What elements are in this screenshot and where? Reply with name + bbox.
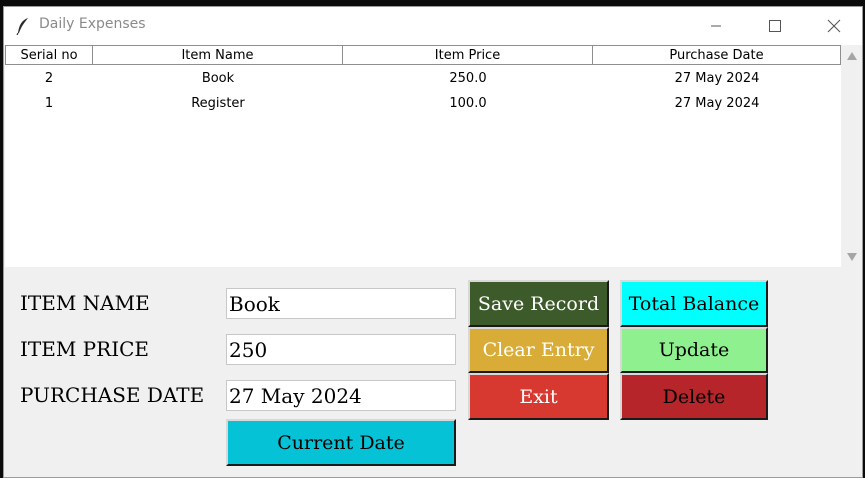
purchase-date-input[interactable]: 27 May 2024 [226,380,456,411]
minimize-button[interactable] [694,11,738,41]
column-header-serial[interactable]: Serial no [5,45,93,65]
cell-item-price: 250.0 [449,70,487,86]
cell-purchase-date: 27 May 2024 [674,95,760,111]
update-button[interactable]: Update [620,327,768,373]
save-record-button[interactable]: Save Record [468,280,609,327]
title-bar: Daily Expenses [4,7,862,45]
maximize-button[interactable] [753,11,797,41]
cell-item-price: 100.0 [449,95,487,111]
cell-item-name: Register [191,95,245,111]
feather-icon [16,17,30,36]
purchase-date-label: PURCHASE DATE [20,383,205,407]
close-button[interactable] [812,11,856,41]
scroll-up-arrow-icon[interactable] [847,52,857,60]
item-price-label: ITEM PRICE [20,337,149,361]
delete-button[interactable]: Delete [620,373,768,420]
total-balance-button[interactable]: Total Balance [620,280,768,327]
cell-serial: 2 [44,70,54,86]
table-row[interactable]: 2 Book 250.0 27 May 2024 [5,66,841,90]
item-name-input[interactable]: Book [226,288,456,319]
app-window: Daily Expenses Serial no Item Name Item … [3,6,863,478]
close-icon [827,19,841,33]
column-header-purchase-date[interactable]: Purchase Date [593,45,841,65]
table-header: Serial no Item Name Item Price Purchase … [5,45,841,66]
cell-serial: 1 [44,95,54,111]
column-header-item-price[interactable]: Item Price [343,45,593,65]
cell-purchase-date: 27 May 2024 [674,70,760,86]
table-row[interactable]: 1 Register 100.0 27 May 2024 [5,91,841,115]
expenses-table[interactable]: Serial no Item Name Item Price Purchase … [5,45,841,267]
maximize-icon [769,20,781,32]
column-header-item-name[interactable]: Item Name [93,45,343,65]
item-price-input[interactable]: 250 [226,334,456,365]
table-scrollbar[interactable] [842,45,862,267]
current-date-button[interactable]: Current Date [226,419,456,466]
cell-item-name: Book [201,70,235,86]
clear-entry-button[interactable]: Clear Entry [468,327,609,373]
item-name-label: ITEM NAME [20,291,150,315]
window-title: Daily Expenses [39,16,146,32]
scroll-down-arrow-icon[interactable] [847,253,857,261]
exit-button[interactable]: Exit [468,373,609,420]
minimize-icon [711,25,721,27]
